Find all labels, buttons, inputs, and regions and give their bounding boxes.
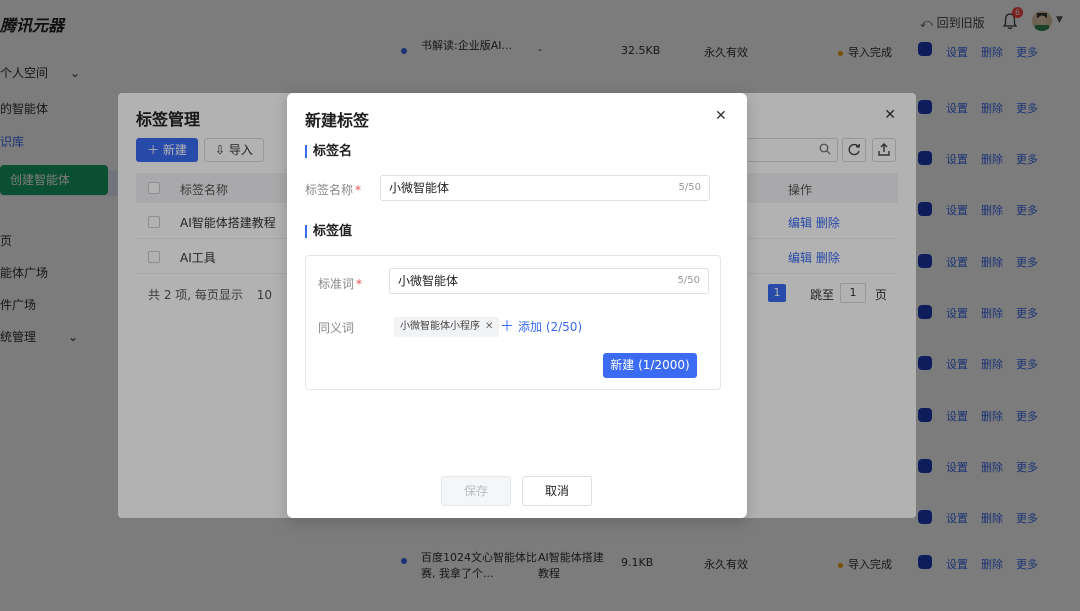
save-button[interactable]: 保存	[441, 476, 511, 506]
plus-icon: ＋	[500, 319, 514, 335]
synonym-chip: 小微智能体小程序 ✕	[394, 317, 500, 337]
tag-value-group: 标准词 * 小微智能体 5/50 同义词 小微智能体小程序 ✕ ＋添加 (2/50)…	[305, 255, 721, 390]
section-title-tag-name: 标签名	[305, 145, 352, 158]
cancel-button[interactable]: 取消	[522, 476, 592, 506]
standard-word-input[interactable]: 小微智能体 5/50	[389, 268, 709, 294]
section-title-tag-value: 标签值	[305, 225, 352, 238]
tag-name-label: 标签名称 *	[305, 183, 362, 197]
add-synonym-button[interactable]: ＋添加 (2/50)	[500, 318, 582, 336]
close-icon[interactable]: ✕	[715, 109, 727, 123]
standard-word-label: 标准词 *	[318, 277, 363, 291]
char-count: 5/50	[678, 182, 701, 193]
close-icon[interactable]: ✕	[485, 321, 493, 332]
dialog-title: 新建标签	[305, 111, 370, 130]
tag-name-input[interactable]: 小微智能体 5/50	[380, 175, 710, 201]
synonym-label: 同义词	[318, 321, 355, 335]
char-count: 5/50	[677, 275, 700, 286]
new-tag-dialog: 新建标签 ✕ 标签名 标签名称 * 小微智能体 5/50 标签值 标准词 * 小微智…	[287, 93, 747, 518]
new-value-button[interactable]: 新建 (1/2000)	[603, 353, 697, 378]
